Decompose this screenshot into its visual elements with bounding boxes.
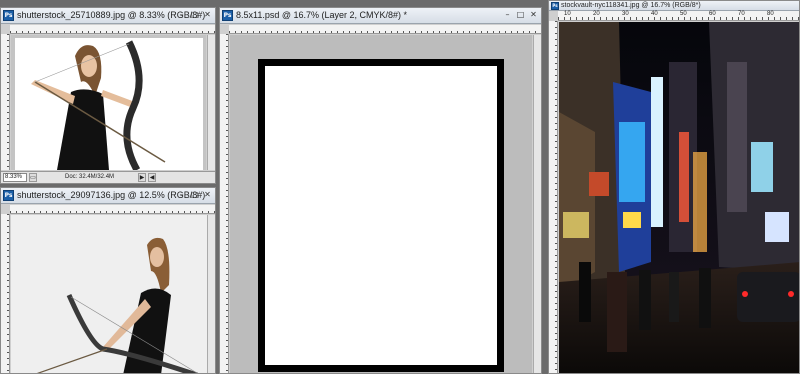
- status-menu-icon[interactable]: ▭: [29, 173, 37, 182]
- photoshop-document-icon: Ps: [222, 10, 233, 21]
- title-bar[interactable]: Ps shutterstock_25710889.jpg @ 8.33% (RG…: [1, 8, 215, 24]
- ruler-tick-labels: 10 20 30 40 50 60 70 80: [564, 11, 796, 17]
- window-title: 8.5x11.psd @ 16.7% (Layer 2, CMYK/8#) *: [236, 10, 408, 20]
- maximize-button[interactable]: □: [515, 9, 526, 21]
- zoom-field[interactable]: 8.33%: [3, 173, 27, 182]
- vertical-ruler: [1, 214, 10, 373]
- vertical-scrollbar[interactable]: [533, 35, 541, 373]
- maximize-button[interactable]: □: [189, 189, 200, 201]
- scroll-left-icon[interactable]: ◀: [148, 173, 156, 182]
- horizontal-ruler: [229, 25, 541, 34]
- ruler-label: 20: [593, 11, 600, 17]
- title-bar[interactable]: Ps shutterstock_29097136.jpg @ 12.5% (RG…: [1, 188, 215, 204]
- title-bar[interactable]: Ps 8.5x11.psd @ 16.7% (Layer 2, CMYK/8#)…: [220, 8, 541, 24]
- minimize-button[interactable]: –: [176, 9, 187, 21]
- close-button[interactable]: ✕: [202, 189, 213, 201]
- window-archer-1[interactable]: Ps shutterstock_25710889.jpg @ 8.33% (RG…: [0, 7, 216, 184]
- horizontal-ruler: [10, 25, 215, 34]
- ruler-label: 60: [709, 11, 716, 17]
- archer-woman-image-2: [11, 215, 207, 373]
- ruler-label: 40: [651, 11, 658, 17]
- photoshop-document-icon: Ps: [551, 2, 559, 10]
- vertical-ruler: [1, 34, 10, 170]
- ruler-label: 80: [767, 11, 774, 17]
- window-title: stockvault-nyc118341.jpg @ 16.7% (RGB/8*…: [561, 2, 701, 9]
- window-city[interactable]: Ps stockvault-nyc118341.jpg @ 16.7% (RGB…: [548, 0, 800, 374]
- doc-size-info: Doc: 32.4M/32.4M: [65, 174, 115, 180]
- close-button[interactable]: ✕: [202, 9, 213, 21]
- vertical-scrollbar[interactable]: [207, 35, 215, 170]
- archer-woman-image: [31, 40, 166, 170]
- ruler-label: 30: [622, 11, 629, 17]
- window-document[interactable]: Ps 8.5x11.psd @ 16.7% (Layer 2, CMYK/8#)…: [219, 7, 542, 374]
- minimize-button[interactable]: –: [502, 9, 513, 21]
- document-page: [265, 66, 497, 365]
- ruler-label: 10: [564, 11, 571, 17]
- close-button[interactable]: ✕: [528, 9, 539, 21]
- horizontal-ruler: 10 20 30 40 50 60 70 80: [558, 11, 799, 21]
- canvas-area[interactable]: [11, 215, 207, 373]
- window-archer-2[interactable]: Ps shutterstock_29097136.jpg @ 12.5% (RG…: [0, 187, 216, 374]
- city-photo: [559, 22, 799, 373]
- maximize-button[interactable]: □: [189, 9, 200, 21]
- vertical-ruler: [549, 21, 558, 373]
- ruler-label: 50: [680, 11, 687, 17]
- ruler-label: 70: [738, 11, 745, 17]
- horizontal-ruler: [10, 205, 215, 214]
- canvas-area[interactable]: [11, 35, 206, 170]
- times-square-night-image: [559, 22, 799, 373]
- status-arrow-icon[interactable]: ▶: [138, 173, 146, 182]
- photoshop-document-icon: Ps: [3, 10, 14, 21]
- minimize-button[interactable]: –: [176, 189, 187, 201]
- vertical-ruler: [220, 34, 229, 373]
- document-frame: [258, 59, 504, 372]
- archer-photo: [15, 38, 203, 170]
- vertical-scrollbar[interactable]: [207, 215, 215, 373]
- title-bar[interactable]: Ps stockvault-nyc118341.jpg @ 16.7% (RGB…: [549, 1, 799, 11]
- canvas-area[interactable]: [230, 35, 532, 373]
- status-bar: 8.33% ▭ Doc: 32.4M/32.4M ▶ ◀: [1, 171, 215, 183]
- photoshop-document-icon: Ps: [3, 190, 14, 201]
